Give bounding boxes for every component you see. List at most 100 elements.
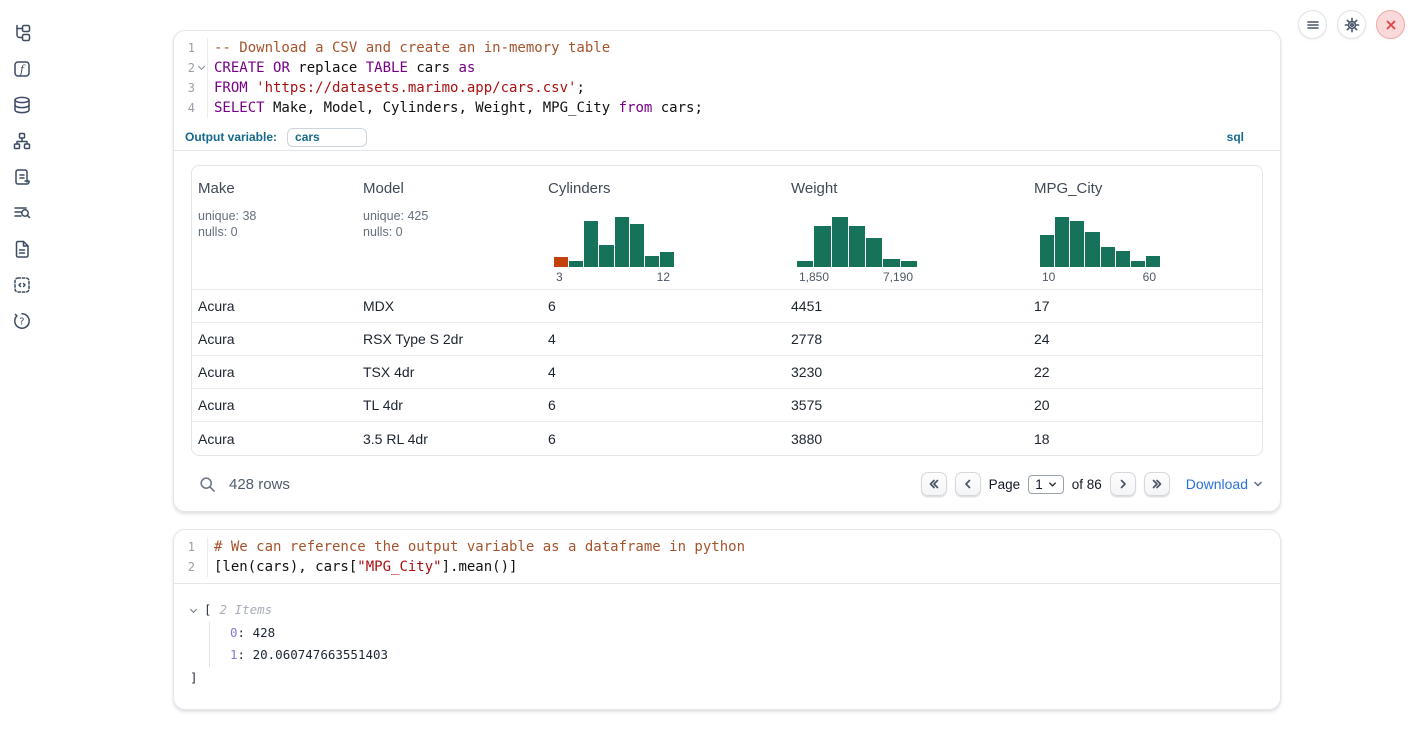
- output-variable-bar: Output variable: sql: [174, 124, 1280, 151]
- table-cell: 3.5 RL 4dr: [357, 431, 542, 447]
- collapse-caret-icon[interactable]: [190, 606, 197, 613]
- histogram-max-label: 60: [1143, 270, 1156, 284]
- histogram-bar: [814, 226, 830, 267]
- tree-entry-key: 0: [230, 625, 238, 640]
- histogram-bar: [1146, 256, 1160, 267]
- python-cell: 1# We can reference the output variable …: [173, 529, 1281, 710]
- table-cell: Acura: [192, 331, 357, 347]
- database-icon[interactable]: [10, 93, 34, 117]
- table-cell: 24: [1028, 331, 1262, 347]
- column-header-Weight[interactable]: Weight1,8507,190: [785, 166, 1028, 289]
- code-text: CREATE OR replace TABLE cars as: [208, 58, 475, 78]
- output-variable-input[interactable]: [287, 128, 367, 147]
- documentation-file-icon[interactable]: [10, 237, 34, 261]
- table-cell: 2778: [785, 331, 1028, 347]
- line-number: 3: [174, 78, 195, 98]
- first-page-button[interactable]: [921, 472, 947, 496]
- table-cell: Acura: [192, 397, 357, 413]
- table-cell: 6: [542, 431, 785, 447]
- column-name: MPG_City: [1034, 180, 1256, 197]
- table-row[interactable]: Acura3.5 RL 4dr6388018: [192, 422, 1262, 455]
- code-line: 2[len(cars), cars["MPG_City"].mean()]: [174, 557, 1280, 577]
- table-cell: 6: [542, 397, 785, 413]
- table-row[interactable]: AcuraTL 4dr6357520: [192, 389, 1262, 422]
- histogram-bar: [1101, 247, 1115, 267]
- histogram-bar: [1055, 217, 1069, 267]
- table-cell: TL 4dr: [357, 397, 542, 413]
- sql-code-editor[interactable]: 1-- Download a CSV and create an in-memo…: [174, 31, 1280, 124]
- histogram-bar: [866, 238, 882, 267]
- code-text: FROM 'https://datasets.marimo.app/cars.c…: [208, 78, 585, 98]
- table-row[interactable]: AcuraMDX6445117: [192, 290, 1262, 323]
- fold-caret-icon: [197, 63, 204, 70]
- data-table: Makeunique: 38nulls: 0Modelunique: 425nu…: [191, 165, 1263, 456]
- last-page-button[interactable]: [1144, 472, 1170, 496]
- histogram-Cylinders: 312: [554, 215, 674, 284]
- chevrons-left-icon: [928, 478, 940, 490]
- table-cell: Acura: [192, 431, 357, 447]
- python-code-editor[interactable]: 1# We can reference the output variable …: [174, 530, 1280, 584]
- menu-button[interactable]: [1298, 10, 1327, 39]
- histogram-bar: [660, 252, 674, 267]
- dependency-graph-icon[interactable]: [10, 129, 34, 153]
- notebook-main: 1-- Download a CSV and create an in-memo…: [173, 30, 1281, 710]
- page-select[interactable]: 1: [1028, 475, 1064, 494]
- fold-gutter: [195, 78, 208, 98]
- table-row[interactable]: AcuraRSX Type S 2dr4277824: [192, 323, 1262, 356]
- prev-page-button[interactable]: [955, 472, 981, 496]
- histogram-bar: [849, 226, 865, 267]
- code-line: 1# We can reference the output variable …: [174, 537, 1280, 557]
- tree-entry: 1: 20.060747663551403: [230, 644, 1264, 667]
- help-chat-icon[interactable]: ?: [10, 309, 34, 333]
- functions-icon[interactable]: f: [10, 57, 34, 81]
- fold-toggle[interactable]: [195, 58, 208, 78]
- code-text: SELECT Make, Model, Cylinders, Weight, M…: [208, 98, 703, 118]
- column-header-Make[interactable]: Makeunique: 38nulls: 0: [192, 166, 357, 289]
- scratchpad-scroll-icon[interactable]: [10, 165, 34, 189]
- histogram-bar: [1070, 221, 1084, 267]
- column-name: Make: [198, 180, 351, 197]
- table-cell: 22: [1028, 364, 1262, 380]
- chevron-down-icon: [1048, 480, 1057, 489]
- table-footer: 428 rows Page 1 of 86 Download: [191, 469, 1263, 499]
- line-number: 2: [174, 58, 195, 78]
- column-header-Model[interactable]: Modelunique: 425nulls: 0: [357, 166, 542, 289]
- next-page-button[interactable]: [1110, 472, 1136, 496]
- line-number: 4: [174, 98, 195, 118]
- histogram-bar: [883, 259, 899, 267]
- histogram-bar: [832, 217, 848, 267]
- row-count-label: 428 rows: [229, 476, 290, 493]
- tree-root: [2 Items: [190, 599, 1264, 622]
- histogram-bar: [797, 261, 813, 267]
- histogram-MPG_City: 10 60: [1040, 215, 1160, 284]
- table-body: AcuraMDX6445117AcuraRSX Type S 2dr427782…: [192, 290, 1262, 455]
- table-row[interactable]: AcuraTSX 4dr4323022: [192, 356, 1262, 389]
- column-header-MPG_City[interactable]: MPG_City 10 60: [1028, 166, 1262, 289]
- gear-icon: [1344, 17, 1360, 33]
- table-search-button[interactable]: [199, 476, 216, 493]
- download-button[interactable]: Download: [1186, 476, 1263, 492]
- column-header-Cylinders[interactable]: Cylinders312: [542, 166, 785, 289]
- histogram-min-label: 10: [1042, 270, 1055, 284]
- histogram-bar: [1131, 261, 1145, 267]
- tree-close-bracket: ]: [190, 667, 1264, 690]
- code-line: 3 FROM 'https://datasets.marimo.app/cars.…: [174, 78, 1280, 98]
- logs-search-icon[interactable]: [10, 201, 34, 225]
- tree-items: 0: 4281: 20.060747663551403: [209, 622, 1264, 667]
- shutdown-button[interactable]: [1376, 10, 1405, 39]
- fold-gutter: [195, 98, 208, 118]
- page-of-label: of 86: [1072, 477, 1102, 492]
- fold-gutter: [195, 38, 208, 58]
- table-cell: RSX Type S 2dr: [357, 331, 542, 347]
- table-cell: Acura: [192, 298, 357, 314]
- histogram-bar: [1085, 232, 1099, 267]
- tree-entry-key: 1: [230, 647, 238, 662]
- snippets-code-icon[interactable]: [10, 273, 34, 297]
- file-explorer-tree-icon[interactable]: [10, 21, 34, 45]
- histogram-bar: [1040, 235, 1054, 267]
- table-cell: 20: [1028, 397, 1262, 413]
- tree-entry-value: 428: [253, 625, 276, 640]
- settings-button[interactable]: [1337, 10, 1366, 39]
- language-tag[interactable]: sql: [1227, 130, 1244, 144]
- notebook-controls: [1298, 10, 1405, 39]
